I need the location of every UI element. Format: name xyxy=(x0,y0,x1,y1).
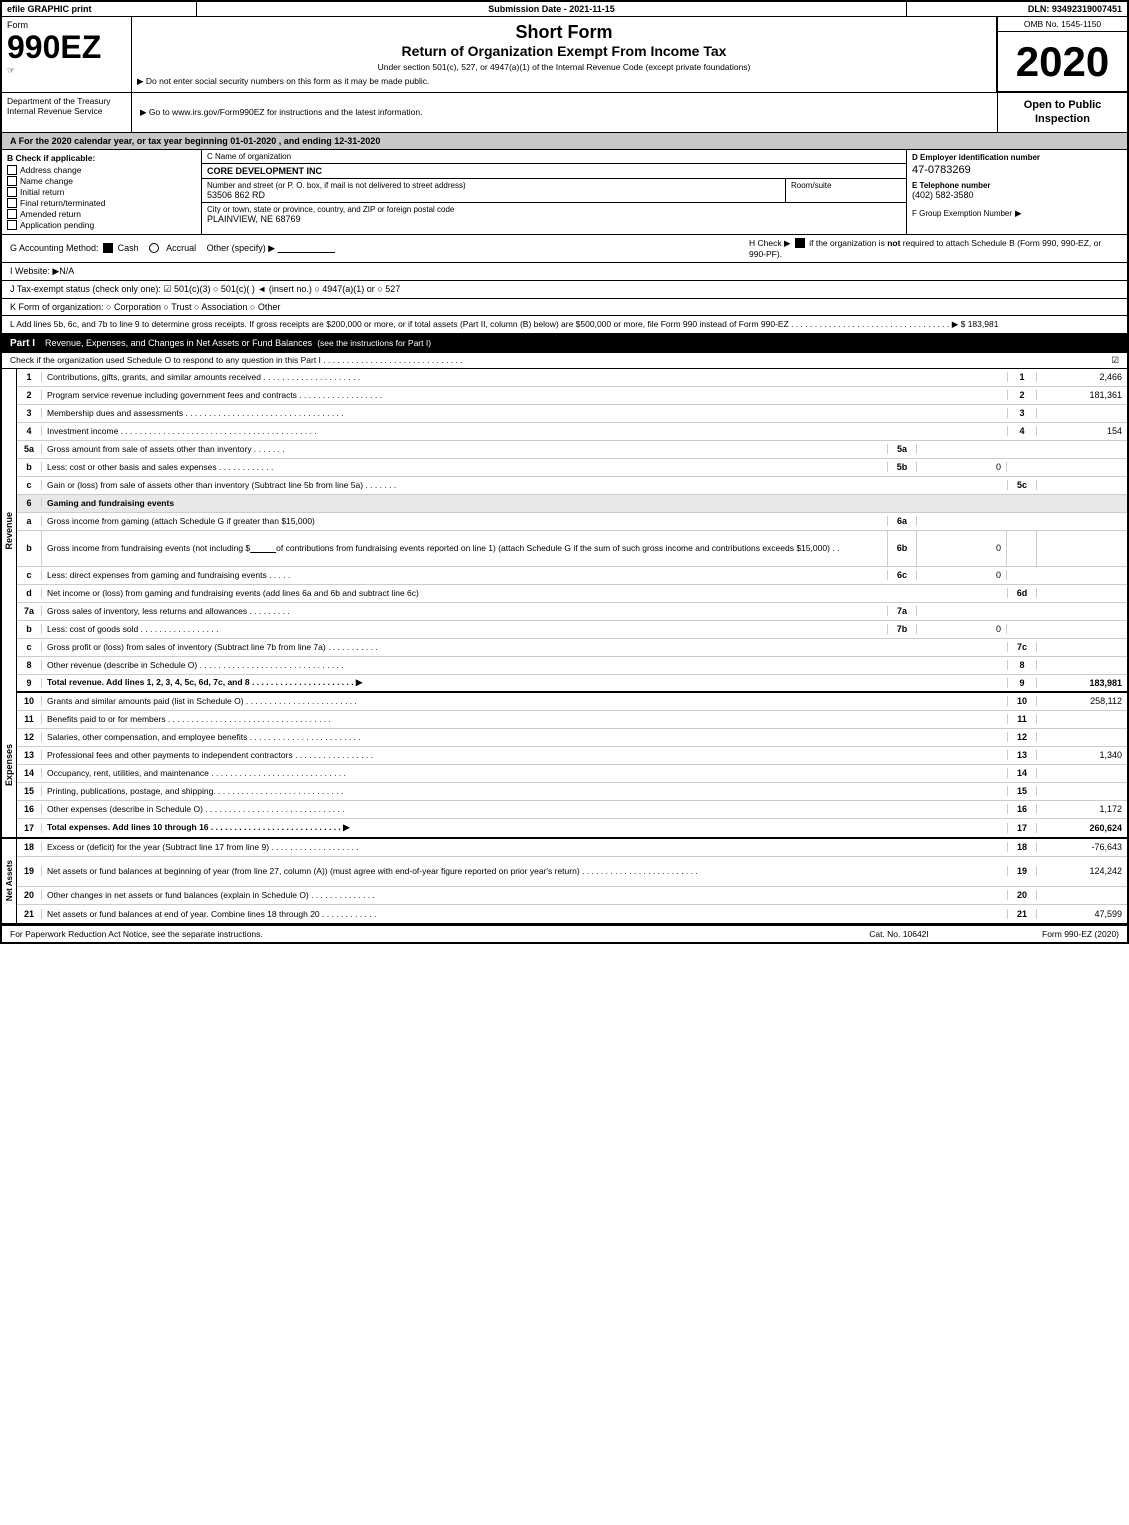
table-row: 13 Professional fees and other payments … xyxy=(17,747,1127,765)
form-ref: Form 990-EZ (2020) xyxy=(959,929,1119,939)
paperwork-label: For Paperwork Reduction Act Notice, see … xyxy=(10,929,839,939)
table-row: 12 Salaries, other compensation, and emp… xyxy=(17,729,1127,747)
h-check-text: H Check ▶ if the organization is not req… xyxy=(749,238,1101,259)
tax-year-row: A For the 2020 calendar year, or tax yea… xyxy=(2,133,1127,150)
table-row: 5a Gross amount from sale of assets othe… xyxy=(17,441,1127,459)
table-row: 11 Benefits paid to or for members . . .… xyxy=(17,711,1127,729)
tax-status-row: J Tax-exempt status (check only one): ☑ … xyxy=(2,281,1127,299)
table-row: b Less: cost or other basis and sales ex… xyxy=(17,459,1127,477)
check-applicable-label: B Check if applicable: xyxy=(7,153,196,163)
table-row: 21 Net assets or fund balances at end of… xyxy=(17,905,1127,923)
group-exemption-label: F Group Exemption Number xyxy=(912,209,1012,218)
part-i-title: Revenue, Expenses, and Changes in Net As… xyxy=(45,338,312,348)
footer-row: For Paperwork Reduction Act Notice, see … xyxy=(2,925,1127,942)
dept-label: Department of the Treasury Internal Reve… xyxy=(7,96,126,116)
form-title-short: Short Form xyxy=(137,22,991,43)
phone-label: E Telephone number xyxy=(912,181,1122,190)
accrual-checkbox xyxy=(149,243,159,253)
ein-value: 47-0783269 xyxy=(912,164,1122,176)
part-i-check-line: Check if the organization used Schedule … xyxy=(2,353,1127,369)
gross-receipts-row: L Add lines 5b, 6c, and 7b to line 9 to … xyxy=(2,316,1127,335)
amended-return-checkbox xyxy=(7,209,17,219)
accounting-method-label: G Accounting Method: xyxy=(10,243,99,253)
part-i-check-value: ☑ xyxy=(1111,355,1119,366)
dln-number: DLN: 93492319007451 xyxy=(907,2,1127,16)
table-row: b Gross income from fundraising events (… xyxy=(17,531,1127,567)
table-row: b Less: cost of goods sold . . . . . . .… xyxy=(17,621,1127,639)
table-row: c Gain or (loss) from sale of assets oth… xyxy=(17,477,1127,495)
address-change-label: Address change xyxy=(20,165,81,175)
form-number: 990EZ xyxy=(7,30,126,65)
cat-no: Cat. No. 10642I xyxy=(839,929,959,939)
efile-label: efile GRAPHIC print xyxy=(2,2,197,16)
table-row: 2 Program service revenue including gove… xyxy=(17,387,1127,405)
room-suite-label: Room/suite xyxy=(791,181,901,190)
cash-label: Cash xyxy=(118,243,139,253)
table-row: 19 Net assets or fund balances at beginn… xyxy=(17,857,1127,887)
street-label: Number and street (or P. O. box, if mail… xyxy=(207,181,780,190)
table-row: 14 Occupancy, rent, utilities, and maint… xyxy=(17,765,1127,783)
form-side-note: ☞ xyxy=(7,65,126,76)
open-to-public-label: Open to Public Inspection xyxy=(1003,98,1122,127)
no-ssn-notice: ▶ Do not enter social security numbers o… xyxy=(137,76,991,87)
omb-number: OMB No. 1545-1150 xyxy=(998,17,1127,32)
part-i-label: Part I xyxy=(10,338,35,349)
org-name: CORE DEVELOPMENT INC xyxy=(207,166,322,176)
initial-return-checkbox xyxy=(7,187,17,197)
cash-checkbox xyxy=(103,243,113,253)
table-row: 16 Other expenses (describe in Schedule … xyxy=(17,801,1127,819)
final-return-label: Final return/terminated xyxy=(20,198,106,208)
other-specify: Other (specify) ▶ xyxy=(207,243,335,253)
table-row: d Net income or (loss) from gaming and f… xyxy=(17,585,1127,603)
website-row: I Website: ▶N/A xyxy=(2,263,1127,281)
name-change-label: Name change xyxy=(20,176,73,186)
accrual-label: Accrual xyxy=(166,243,196,253)
table-row: 15 Printing, publications, postage, and … xyxy=(17,783,1127,801)
table-row: 3 Membership dues and assessments . . . … xyxy=(17,405,1127,423)
group-exemption-arrow: ▶ xyxy=(1015,208,1022,219)
form-subtitle: Under section 501(c), 527, or 4947(a)(1)… xyxy=(137,62,991,72)
city-label: City or town, state or province, country… xyxy=(207,205,901,214)
table-row: 9 Total revenue. Add lines 1, 2, 3, 4, 5… xyxy=(17,675,1127,693)
net-assets-side-label: Net Assets xyxy=(5,860,14,901)
table-row: 7a Gross sales of inventory, less return… xyxy=(17,603,1127,621)
initial-return-label: Initial return xyxy=(20,187,64,197)
application-pending-label: Application pending xyxy=(20,220,94,230)
revenue-side-label: Revenue xyxy=(4,512,14,550)
table-row: 1 Contributions, gifts, grants, and simi… xyxy=(17,369,1127,387)
org-name-label: C Name of organization xyxy=(207,152,291,161)
final-return-checkbox xyxy=(7,198,17,208)
ein-label: D Employer identification number xyxy=(912,153,1122,162)
name-change-checkbox xyxy=(7,176,17,186)
submission-date: Submission Date - 2021-11-15 xyxy=(197,2,907,16)
expenses-side-label: Expenses xyxy=(4,744,14,786)
application-pending-checkbox xyxy=(7,220,17,230)
table-row: 10 Grants and similar amounts paid (list… xyxy=(17,693,1127,711)
table-row: 6 Gaming and fundraising events xyxy=(17,495,1127,513)
phone-value: (402) 582-3580 xyxy=(912,190,1122,200)
table-row: c Gross profit or (loss) from sales of i… xyxy=(17,639,1127,657)
table-row: 18 Excess or (deficit) for the year (Sub… xyxy=(17,839,1127,857)
table-row: 17 Total expenses. Add lines 10 through … xyxy=(17,819,1127,837)
form-title-full: Return of Organization Exempt From Incom… xyxy=(137,43,991,59)
table-row: 4 Investment income . . . . . . . . . . … xyxy=(17,423,1127,441)
table-row: c Less: direct expenses from gaming and … xyxy=(17,567,1127,585)
table-row: 20 Other changes in net assets or fund b… xyxy=(17,887,1127,905)
address-change-checkbox xyxy=(7,165,17,175)
amended-return-label: Amended return xyxy=(20,209,81,219)
street-value: 53506 862 RD xyxy=(207,190,780,200)
table-row: 8 Other revenue (describe in Schedule O)… xyxy=(17,657,1127,675)
city-value: PLAINVIEW, NE 68769 xyxy=(207,214,901,224)
part-i-title-note: (see the instructions for Part I) xyxy=(317,338,431,348)
table-row: a Gross income from gaming (attach Sched… xyxy=(17,513,1127,531)
goto-instruction: ▶ Go to www.irs.gov/Form990EZ for instru… xyxy=(140,107,422,118)
tax-year: 2020 xyxy=(1016,38,1109,86)
form-org-row: K Form of organization: ○ Corporation ○ … xyxy=(2,299,1127,316)
